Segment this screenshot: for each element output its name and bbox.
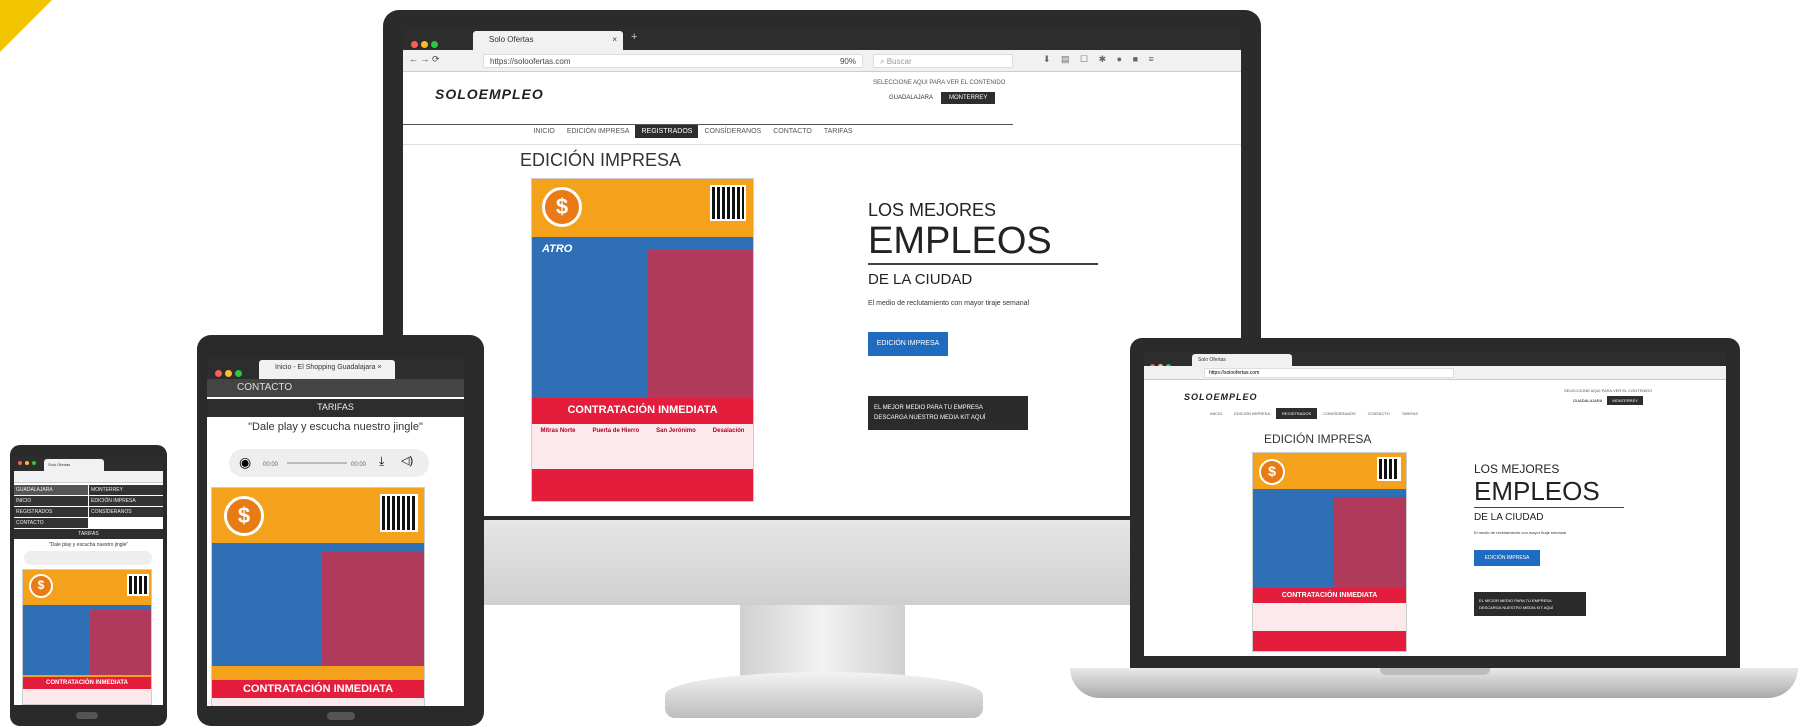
url-field[interactable]: https://soloofertas.com 90% (483, 54, 863, 68)
phone-jingle-text: "Dale play y escucha nuestro jingle" (48, 542, 129, 548)
flyer-col: Desalación (712, 427, 745, 434)
laptop-notch (1380, 668, 1490, 675)
phone-nav-item[interactable]: REGISTRADOS (14, 507, 88, 517)
phone-browser-tab[interactable]: Solo Ofertas (44, 459, 104, 471)
laptop-hero-subtitle: El medio de reclutamiento con mayor tira… (1474, 530, 1567, 535)
phone-nav-item[interactable]: MONTERREY (89, 485, 163, 495)
browser-tab[interactable]: Solo Ofertas × (473, 31, 623, 50)
close-tab-icon[interactable]: × (612, 35, 617, 44)
nav-contacto[interactable]: CONTACTO (767, 125, 818, 138)
phone-nav-item[interactable]: INICIO (14, 496, 88, 506)
tablet-home-button (327, 712, 355, 720)
hero-line1: LOS MEJORES (868, 200, 997, 220)
monitor-stand-neck (740, 605, 905, 680)
laptop-region-guadalajara[interactable]: GUADALAJARA (1568, 396, 1607, 405)
monitor-screen: Solo Ofertas × + ← → ⟳ https://solooferta… (403, 28, 1241, 516)
hero-line3: DE LA CIUDAD (868, 271, 973, 288)
flyer-col: Mitras Norte (540, 427, 576, 434)
phone-screen: Solo Ofertas GUADALAJARA MONTERREY INICIO… (14, 457, 163, 705)
phone-nav-item[interactable]: EDICIÓN IMPRESA (89, 496, 163, 506)
phone-nav-grid: GUADALAJARA MONTERREY INICIO EDICIÓN IMPRE… (14, 485, 163, 528)
nav-registrados[interactable]: REGISTRADOS (635, 125, 699, 138)
jingle-text: "Dale play y escucha nuestro jingle" (248, 421, 423, 433)
laptop-browser-tab[interactable]: Solo Ofertas (1192, 354, 1292, 366)
monitor-stand-base (665, 672, 983, 718)
nav-tarifas[interactable]: TARIFAS (818, 125, 859, 138)
phone-home-button (76, 712, 98, 719)
laptop-page-heading: EDICIÓN IMPRESA (1264, 432, 1372, 446)
new-tab-icon[interactable]: + (631, 31, 637, 43)
phone-nav-item[interactable]: CONSÍDERANOS (89, 507, 163, 517)
flyer-brand: ATRO (542, 243, 573, 255)
tablet-screen: Inicio - El Shopping Guadalajara × CONTA… (207, 357, 464, 706)
laptop-main-nav: INICIO EDICIÓN IMPRESA REGISTRADOS CONSÍDER… (1204, 408, 1424, 419)
flyer-image[interactable]: $ ATRO CONTRATACIÓN INMEDIATA Mitras Nor… (531, 178, 754, 502)
laptop-nav-item[interactable]: CONTACTO (1362, 408, 1396, 419)
download-icon[interactable]: ⤓ (379, 454, 384, 469)
laptop-site-logo[interactable]: SOLOEMPLEO (1184, 392, 1258, 402)
region-prompt: SELECCIONE AQUI PARA VER EL CONTENIDO (873, 80, 1006, 86)
laptop-screen: Solo Ofertas https://soloofertas.com SOL… (1144, 352, 1726, 656)
tab-title: Solo Ofertas (489, 35, 534, 44)
main-nav: INICIO EDICIÓN IMPRESA REGISTRADOS CONSÍ… (403, 124, 1013, 138)
laptop-nav-item[interactable]: EDICIÓN IMPRESA (1228, 408, 1276, 419)
phone-nav-item[interactable]: GUADALAJARA (14, 485, 88, 495)
phone-flyer-image[interactable]: $ CONTRATACIÓN INMEDIATA (22, 569, 152, 705)
toolbar-icons[interactable]: ⬇ ▤ ☐ ✱ ● ■ ≡ (1043, 54, 1158, 65)
tablet-flyer-image[interactable]: $ CONTRATACIÓN INMEDIATA (211, 487, 425, 706)
laptop-region-prompt: SELECCIONE AQUI PARA VER EL CONTENIDO (1564, 388, 1653, 393)
address-bar: ← → ⟳ https://soloofertas.com 90% ⌕ Busca… (403, 50, 1241, 72)
nav-inicio[interactable]: INICIO (527, 125, 560, 138)
phone-flyer-banner: CONTRATACIÓN INMEDIATA (23, 677, 151, 690)
browser-tab-bar: Solo Ofertas × + (403, 28, 1241, 50)
laptop-nav-item[interactable]: REGISTRADOS (1276, 408, 1318, 419)
hero-subtitle: El medio de reclutamiento con mayor tira… (868, 300, 1030, 307)
laptop-flyer-image[interactable]: $ CONTRATACIÓN INMEDIATA (1252, 452, 1407, 652)
region-selector: GUADALAJARA MONTERREY (881, 92, 996, 104)
search-field[interactable]: ⌕ Buscar (873, 54, 1013, 68)
audio-time-current: 00:00 (263, 462, 279, 468)
laptop-hero-line2: EMPLEOS (1474, 476, 1624, 508)
phone-nav-item[interactable]: CONTACTO (14, 518, 88, 528)
laptop-media-kit-button[interactable]: EL MEJOR MEDIO PARA TU EMPRESA DESCARGA N… (1474, 592, 1586, 616)
laptop-nav-item[interactable]: TARIFAS (1396, 408, 1424, 419)
corner-accent (0, 0, 52, 52)
play-icon[interactable]: ◉ (239, 454, 251, 471)
laptop-url-field[interactable]: https://soloofertas.com (1204, 368, 1454, 378)
flyer-col: San Jerónimo (656, 427, 696, 434)
flyer-col: Puerta de Hierro (592, 427, 640, 434)
audio-time-total: 00:00 (351, 462, 367, 468)
laptop-hero-line3: DE LA CIUDAD (1474, 512, 1544, 523)
laptop-nav-item[interactable]: CONSÍDERANOS (1317, 408, 1361, 419)
page-heading: EDICIÓN IMPRESA (520, 150, 682, 170)
tablet-tab-bar: Inicio - El Shopping Guadalajara × (207, 357, 464, 379)
nav-edicion-impresa[interactable]: EDICIÓN IMPRESA (561, 125, 636, 138)
mobile-menu-contacto[interactable]: CONTACTO (207, 379, 464, 397)
laptop-edicion-impresa-button[interactable]: EDICIÓN IMPRESA (1474, 550, 1540, 566)
media-kit-button[interactable]: EL MEJOR MEDIO PARA TU EMPRESA DESCARGA N… (868, 396, 1028, 430)
tablet-browser-tab[interactable]: Inicio - El Shopping Guadalajara × (259, 360, 395, 379)
hero-line2: EMPLEOS (868, 220, 1098, 265)
nav-arrows-icon[interactable]: ← → ⟳ (409, 54, 440, 65)
flyer-banner: CONTRATACIÓN INMEDIATA (532, 397, 753, 424)
region-monterrey[interactable]: MONTERREY (941, 92, 996, 104)
mobile-menu-tarifas[interactable]: TARIFAS (207, 399, 464, 417)
nav-consideranos[interactable]: CONSÍDERANOS (698, 125, 767, 138)
region-guadalajara[interactable]: GUADALAJARA (881, 92, 941, 104)
edicion-impresa-button[interactable]: EDICIÓN IMPRESA (868, 332, 948, 356)
phone-menu-tarifas[interactable]: TARIFAS (14, 529, 163, 539)
audio-seekbar[interactable] (287, 462, 347, 464)
laptop-hero-line1: LOS MEJORES (1474, 462, 1560, 476)
tablet-flyer-banner: CONTRATACIÓN INMEDIATA (212, 679, 424, 698)
volume-icon[interactable]: ◁) (401, 454, 413, 467)
audio-player: ◉ 00:00 00:00 ⤓ ◁) (229, 449, 429, 477)
laptop-nav-item[interactable]: INICIO (1204, 408, 1228, 419)
laptop-flyer-banner: CONTRATACIÓN INMEDIATA (1253, 587, 1406, 604)
phone-audio-player[interactable] (24, 551, 152, 565)
laptop-region-monterrey[interactable]: MONTERREY (1607, 396, 1643, 405)
site-logo[interactable]: SOLOEMPLEO (435, 86, 544, 102)
